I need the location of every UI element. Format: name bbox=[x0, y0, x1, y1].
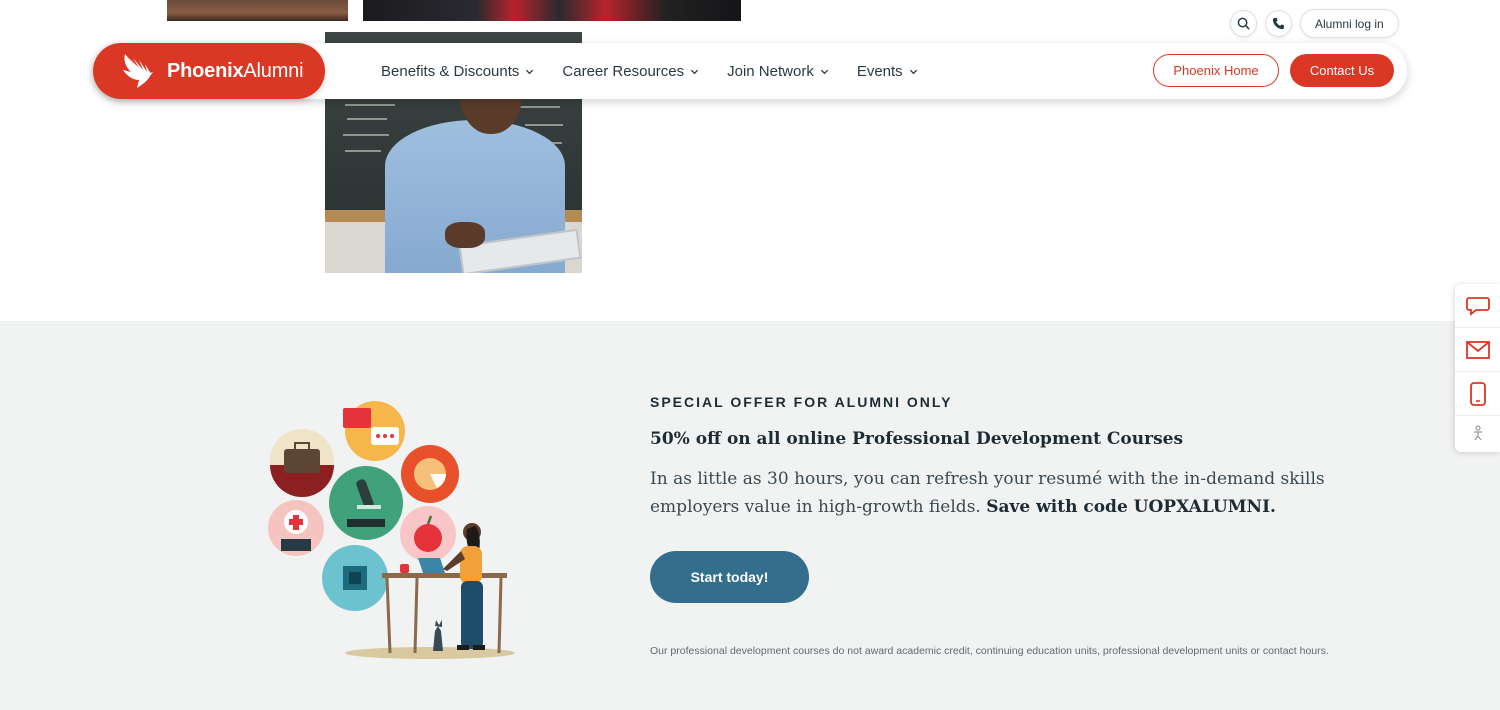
search-button[interactable] bbox=[1230, 10, 1257, 37]
chevron-down-icon bbox=[820, 69, 828, 74]
cat bbox=[433, 626, 443, 651]
search-icon bbox=[1237, 17, 1250, 30]
professional-development-illustration bbox=[268, 401, 515, 659]
chevron-down-icon bbox=[909, 69, 917, 74]
accessibility-button[interactable] bbox=[1455, 416, 1500, 450]
nav-item-label: Career Resources bbox=[562, 62, 685, 80]
briefcase-icon bbox=[284, 449, 320, 473]
offer-content: SPECIAL OFFER FOR ALUMNI ONLY 50% off on… bbox=[650, 394, 1370, 660]
chevron-down-icon bbox=[691, 69, 699, 74]
apple-icon bbox=[414, 524, 442, 552]
laptop bbox=[418, 558, 445, 573]
mobile-button[interactable] bbox=[1455, 372, 1500, 416]
nav-item-join-network[interactable]: Join Network bbox=[727, 63, 829, 80]
phone-icon bbox=[1469, 381, 1486, 406]
accessibility-icon bbox=[1473, 425, 1482, 441]
alumni-login-button[interactable]: Alumni log in bbox=[1300, 9, 1399, 38]
mail-icon bbox=[1465, 340, 1490, 359]
brand-logo[interactable]: PhoenixAlumni bbox=[93, 43, 325, 99]
offer-headline: 50% off on all online Professional Devel… bbox=[650, 429, 1184, 449]
top-image-right bbox=[363, 0, 741, 21]
nav-item-label: Events bbox=[856, 62, 903, 80]
mug bbox=[400, 564, 409, 573]
chevron-down-icon bbox=[526, 69, 534, 74]
utility-bar: Alumni log in bbox=[1230, 9, 1399, 38]
nav-item-label: Benefits & Discounts bbox=[381, 62, 520, 80]
speech-bubble-icon bbox=[343, 408, 371, 428]
phone-icon bbox=[1272, 17, 1285, 30]
nav-item-benefits-discounts[interactable]: Benefits & Discounts bbox=[381, 63, 534, 80]
alumni-offer-section: SPECIAL OFFER FOR ALUMNI ONLY 50% off on… bbox=[0, 321, 1500, 710]
chat-icon bbox=[1465, 296, 1490, 316]
phoenix-home-button[interactable]: Phoenix Home bbox=[1153, 54, 1279, 87]
start-today-button[interactable]: Start today! bbox=[650, 551, 809, 603]
side-contact-widget bbox=[1455, 284, 1500, 452]
phoenix-bird-icon bbox=[123, 54, 153, 88]
person-shirt bbox=[460, 546, 482, 584]
main-navbar: PhoenixAlumni Benefits & Discounts Caree… bbox=[93, 43, 1407, 99]
nav-item-events[interactable]: Events bbox=[857, 63, 918, 80]
desk bbox=[382, 573, 507, 578]
top-image-left bbox=[167, 0, 348, 21]
ground-shadow bbox=[345, 647, 515, 659]
nav-item-label: Join Network bbox=[727, 62, 814, 80]
nav-item-career-resources[interactable]: Career Resources bbox=[562, 63, 699, 80]
person-pants bbox=[461, 581, 483, 649]
brand-name: PhoenixAlumni bbox=[167, 59, 304, 82]
offer-code: Save with code UOPXALUMNI. bbox=[986, 497, 1276, 517]
contact-us-button[interactable]: Contact Us bbox=[1290, 54, 1394, 87]
email-button[interactable] bbox=[1455, 328, 1500, 372]
offer-eyebrow: SPECIAL OFFER FOR ALUMNI ONLY bbox=[650, 394, 953, 410]
phone-button[interactable] bbox=[1265, 10, 1292, 37]
teacher-hand bbox=[445, 222, 485, 248]
offer-disclaimer: Our professional development courses do … bbox=[650, 645, 1329, 657]
nav-menu: Benefits & Discounts Career Resources Jo… bbox=[381, 43, 918, 99]
offer-body: In as little as 30 hours, you can refres… bbox=[650, 465, 1350, 521]
chat-button[interactable] bbox=[1455, 284, 1500, 328]
